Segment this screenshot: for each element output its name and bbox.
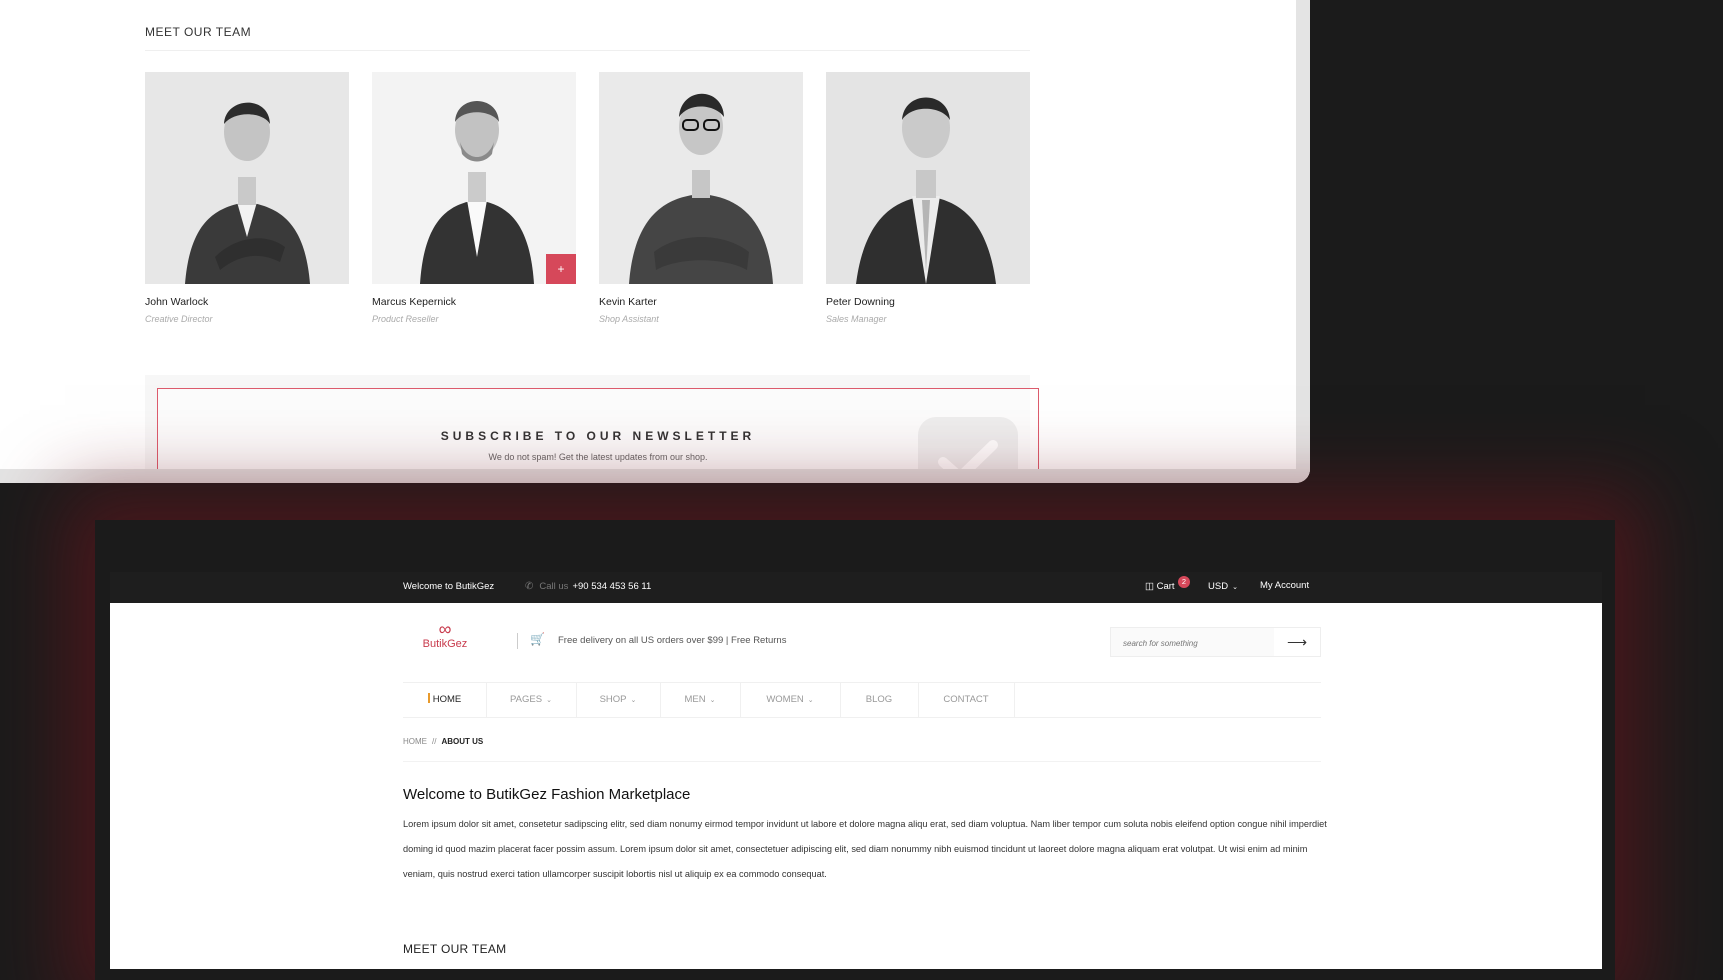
member-role: Product Reseller (372, 314, 439, 324)
chevron-down-icon: ⌄ (546, 697, 552, 704)
chevron-down-icon: ⌄ (630, 697, 637, 704)
call-label: Call us (539, 581, 569, 592)
member-role: Shop Assistant (599, 314, 659, 324)
team-section-title: MEET OUR TEAM (145, 25, 252, 39)
phone-number: +90 534 453 56 11 (572, 581, 652, 592)
team-section-title: MEET OUR TEAM (403, 942, 507, 956)
member-name: Marcus Kepernick (372, 296, 457, 308)
nav-label: MEN (684, 694, 706, 705)
member-photo: + (372, 72, 576, 284)
phone-contact[interactable]: ✆ Call us +90 534 453 56 11 (525, 581, 651, 592)
newsletter-subtitle: We do not spam! Get the latest updates f… (488, 452, 708, 462)
newsletter-title: SUBSCRIBE TO OUR NEWSLETTER (440, 429, 756, 443)
divider (517, 633, 518, 649)
top-browser-window: MEET OUR TEAM John Warlock Creative Dire… (0, 0, 1310, 483)
nav-label: PAGES (510, 694, 543, 705)
newsletter-box: SUBSCRIBE TO OUR NEWSLETTER We do not sp… (157, 388, 1039, 469)
cart-label: Cart (1156, 581, 1175, 592)
site-logo[interactable]: ∞ ButikGez (410, 620, 480, 650)
nav-item-women[interactable]: WOMEN ⌄ (740, 683, 841, 717)
nav-item-home[interactable]: HOME (403, 683, 487, 717)
member-name: John Warlock (145, 296, 209, 308)
cart-count-badge: 2 (1178, 576, 1190, 588)
breadcrumb-home[interactable]: HOME (403, 737, 427, 746)
team-member-card[interactable]: John Warlock Creative Director (145, 72, 349, 324)
divider (145, 50, 1030, 51)
member-photo (145, 72, 349, 284)
my-account-link[interactable]: My Account (1260, 580, 1309, 591)
nav-label: HOME (432, 694, 462, 705)
search-input[interactable] (1111, 628, 1290, 658)
bottom-browser-window: Welcome to ButikGez ✆ Call us +90 534 453 … (110, 572, 1602, 969)
team-member-card[interactable]: + Marcus Kepernick Product Reseller (372, 72, 576, 324)
search-box: ⟶ (1110, 627, 1321, 658)
nav-label: SHOP (599, 694, 627, 705)
chevron-down-icon: ⌄ (807, 697, 814, 704)
welcome-text: Welcome to ButikGez (403, 581, 495, 592)
phone-icon: ✆ (525, 581, 534, 592)
nav-item-pages[interactable]: PAGES ⌄ (486, 683, 577, 717)
divider (403, 761, 1321, 762)
currency-label: USD (1208, 581, 1229, 592)
plus-icon-button[interactable]: + (546, 254, 576, 284)
nav-item-contact[interactable]: CONTACT (918, 683, 1015, 717)
member-photo (826, 72, 1030, 284)
currency-select[interactable]: USD ⌄ (1208, 581, 1238, 592)
nav-item-men[interactable]: MEN ⌄ (660, 683, 741, 717)
breadcrumb: HOME // ABOUT US (403, 737, 483, 746)
breadcrumb-current: ABOUT US (441, 737, 484, 746)
chevron-down-icon: ⌄ (709, 697, 716, 704)
member-name: Peter Downing (826, 296, 895, 308)
member-name: Kevin Karter (599, 296, 657, 308)
team-member-card[interactable]: Kevin Karter Shop Assistant (599, 72, 803, 324)
cart-icon: ◫ (1145, 581, 1154, 592)
nav-label: BLOG (865, 694, 893, 705)
top-page-content: MEET OUR TEAM John Warlock Creative Dire… (0, 0, 1296, 469)
team-member-card[interactable]: Peter Downing Sales Manager (826, 72, 1030, 324)
member-photo (599, 72, 803, 284)
logo-icon: ∞ (438, 619, 452, 639)
promo-text: Free delivery on all US orders over $99 … (558, 635, 787, 646)
nav-label: CONTACT (943, 694, 989, 705)
main-nav: HOME PAGES ⌄ SHOP ⌄ MEN ⌄ WOMEN ⌄ BLOG CONTA… (403, 682, 1321, 718)
intro-paragraph: Lorem ipsum dolor sit amet, consetetur s… (403, 819, 1327, 879)
nav-label: WOMEN (766, 694, 804, 705)
top-bar: Welcome to ButikGez ✆ Call us +90 534 453 … (110, 572, 1602, 603)
page-title: Welcome to ButikGez Fashion Marketplace (403, 786, 691, 803)
cart-link[interactable]: ◫ Cart 2 (1145, 576, 1190, 592)
cart-icon: 🛒 (530, 632, 545, 646)
nav-item-shop[interactable]: SHOP ⌄ (576, 683, 661, 717)
breadcrumb-separator: // (432, 737, 437, 746)
nav-item-blog[interactable]: BLOG (840, 683, 919, 717)
arrow-right-icon[interactable]: ⟶ (1274, 628, 1320, 656)
member-role: Creative Director (145, 314, 213, 324)
member-role: Sales Manager (826, 314, 887, 324)
chevron-down-icon: ⌄ (1232, 584, 1238, 591)
logo-text: ButikGez (422, 638, 468, 650)
